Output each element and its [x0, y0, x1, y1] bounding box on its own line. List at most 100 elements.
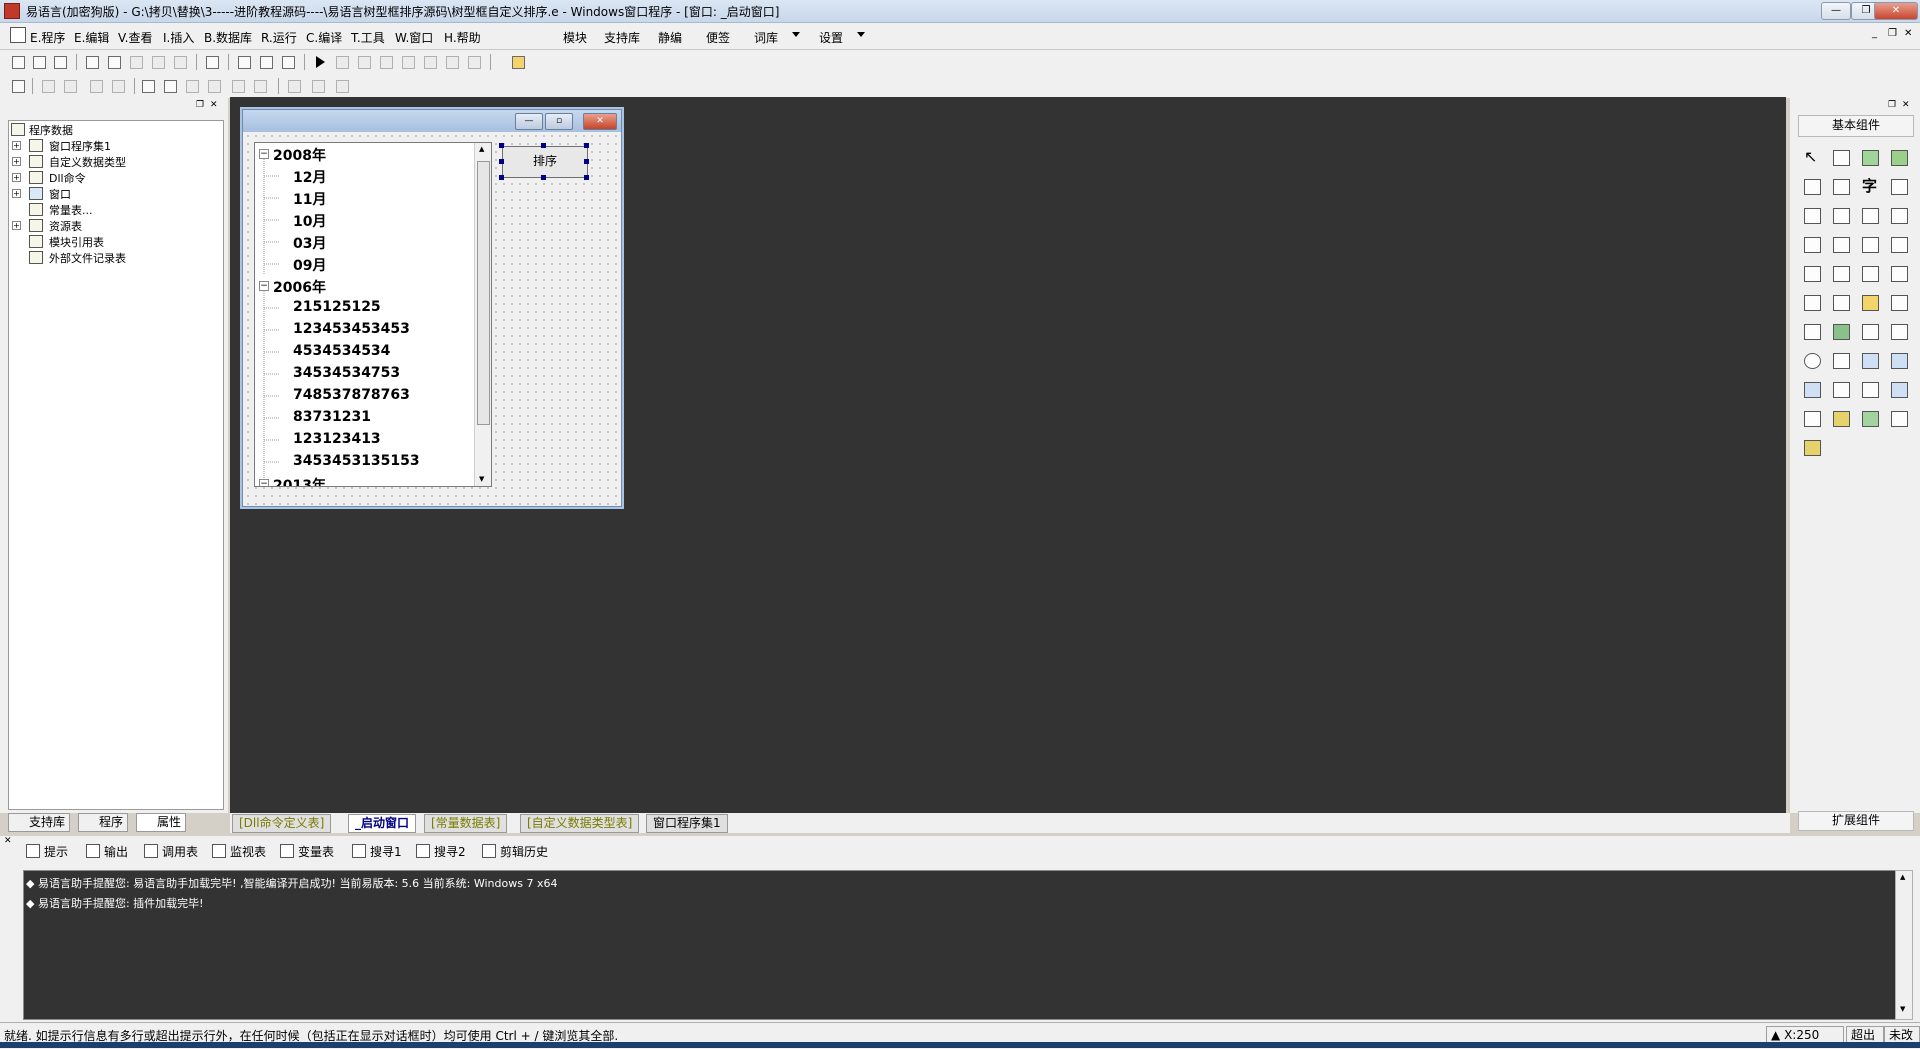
tree-item-group[interactable]: − 2006年 [255, 275, 465, 297]
combo-box-icon[interactable] [1859, 205, 1881, 227]
lexicon-dropdown-icon[interactable] [792, 32, 800, 37]
toggle-breakpoint-icon[interactable] [444, 54, 460, 70]
chart-component-icon[interactable] [1859, 408, 1881, 430]
drawing-board-icon[interactable] [1801, 176, 1823, 198]
tab-variables[interactable]: 变量表 [280, 843, 334, 861]
close-button[interactable]: ✕ [1874, 2, 1918, 20]
distribute-horizontal-icon[interactable] [230, 78, 246, 94]
run-to-cursor-icon[interactable] [422, 54, 438, 70]
step-over-icon[interactable] [356, 54, 372, 70]
startup-window-form[interactable]: — ▫ ✕ − 2008年 12月 11月 10月 03月 09月 − 2006… [242, 109, 622, 507]
tree-node-windows[interactable]: + 窗口 [9, 185, 209, 201]
database-provider-icon[interactable] [1830, 408, 1852, 430]
center-horizontal-icon[interactable] [140, 78, 156, 94]
new-file-icon[interactable] [10, 54, 26, 70]
select-list-icon[interactable] [1801, 234, 1823, 256]
scrollbar-thumb[interactable] [477, 161, 490, 425]
menu-notes[interactable]: 便签 [706, 29, 730, 46]
data-source-icon[interactable] [1888, 379, 1910, 401]
tab-output[interactable]: 输出 [86, 843, 128, 861]
menu-tools[interactable]: T.工具 [351, 29, 385, 46]
tree-item[interactable]: 12月 [255, 165, 465, 187]
odbc-database-icon[interactable] [1888, 408, 1910, 430]
panel-restore-icon[interactable]: ❐ [1888, 100, 1896, 110]
scroll-down-icon[interactable]: ▼ [1900, 1005, 1905, 1013]
menu-static-compile[interactable]: 静编 [658, 29, 682, 46]
same-height-icon[interactable] [310, 78, 326, 94]
tree-node-custom-types[interactable]: + 自定义数据类型 [9, 153, 209, 169]
tree-node-dll-commands[interactable]: + Dll命令 [9, 169, 209, 185]
tree-item[interactable]: 123453453453 [255, 319, 465, 341]
basic-components-title[interactable]: 基本组件 [1798, 115, 1914, 137]
provider-icon[interactable] [1801, 408, 1823, 430]
tree-item[interactable]: 10月 [255, 209, 465, 231]
table-icon[interactable] [1859, 379, 1881, 401]
dir-box-icon[interactable] [1859, 292, 1881, 314]
tab-search2[interactable]: 搜寻2 [416, 843, 466, 861]
selection-handle[interactable] [499, 175, 504, 180]
tab-support-lib[interactable]: 支持库 [8, 813, 71, 832]
panel-close-icon[interactable]: ✕ [210, 100, 218, 110]
tree-item-group[interactable]: − 2008年 [255, 143, 465, 165]
picture-box-icon[interactable] [1859, 147, 1881, 169]
tree-item[interactable]: 4534534534 [255, 341, 465, 363]
mdi-close-icon[interactable]: ✕ [1904, 28, 1912, 39]
hyperlink-icon[interactable] [1830, 321, 1852, 343]
selection-handle[interactable] [541, 143, 546, 148]
edit-box-icon[interactable] [1888, 176, 1910, 198]
tree-item[interactable]: 83731231 [255, 407, 465, 429]
tab-constants[interactable]: [常量数据表] [424, 814, 508, 833]
space-horizontal-icon[interactable] [184, 78, 200, 94]
scroll-down-icon[interactable]: ▼ [479, 475, 484, 483]
text-label-icon[interactable]: 字 [1859, 176, 1881, 198]
tab-startup-window[interactable]: _启动窗口 [348, 814, 417, 833]
tree-item[interactable]: 123123413 [255, 429, 465, 451]
cut-icon[interactable] [84, 54, 100, 70]
tab-window-set[interactable]: 窗口程序集1 [646, 814, 728, 833]
image-list-icon[interactable] [1888, 263, 1910, 285]
panel-restore-icon[interactable]: ❐ [196, 100, 204, 110]
distribute-vertical-icon[interactable] [252, 78, 268, 94]
menu-database[interactable]: B.数据库 [204, 29, 252, 46]
menu-run[interactable]: R.运行 [261, 29, 297, 46]
common-dialog-icon[interactable] [1888, 321, 1910, 343]
expand-icon[interactable]: + [12, 157, 21, 166]
menu-window[interactable]: W.窗口 [395, 29, 433, 46]
hand-icon[interactable] [466, 54, 482, 70]
menu-insert[interactable]: I.插入 [163, 29, 194, 46]
align-top-icon[interactable] [88, 78, 104, 94]
expand-icon[interactable]: + [12, 221, 21, 230]
space-vertical-icon[interactable] [206, 78, 222, 94]
file-box-icon[interactable] [1888, 292, 1910, 314]
tree-scrollbar[interactable]: ▲ ▼ [474, 143, 491, 486]
expand-icon[interactable]: + [12, 141, 21, 150]
expand-icon[interactable]: + [12, 189, 21, 198]
tab-properties[interactable]: 属性 [136, 813, 187, 832]
output-close-icon[interactable]: ✕ [4, 836, 12, 846]
run-icon[interactable] [312, 54, 328, 70]
serial-port-icon[interactable] [1830, 379, 1852, 401]
center-vertical-icon[interactable] [162, 78, 178, 94]
vertical-scrollbar-icon[interactable] [1859, 234, 1881, 256]
checkbox-component-icon[interactable] [1801, 205, 1823, 227]
tree-item[interactable]: 3453453135153 [255, 451, 465, 473]
menu-compile[interactable]: C.编译 [306, 29, 342, 46]
tab-search1[interactable]: 搜寻1 [352, 843, 402, 861]
scroll-up-icon[interactable]: ▲ [479, 145, 484, 153]
grid-icon[interactable] [10, 78, 26, 94]
tree-item[interactable]: 748537878763 [255, 385, 465, 407]
data-report-icon[interactable] [1859, 350, 1881, 372]
output-text-area[interactable]: ◆ 易语言助手提醒您: 易语言助手加载完毕! ,智能编译开启成功! 当前易版本:… [23, 870, 1897, 1020]
step-into-icon[interactable] [378, 54, 394, 70]
timer-icon[interactable] [1801, 350, 1823, 372]
panel-close-icon[interactable]: ✕ [1902, 100, 1910, 110]
tree-node-module-refs[interactable]: 模块引用表 [9, 233, 209, 249]
same-width-icon[interactable] [286, 78, 302, 94]
collapse-icon[interactable]: − [259, 149, 269, 159]
tree-item[interactable]: 215125125 [255, 297, 465, 319]
selection-handle[interactable] [584, 159, 589, 164]
same-size-icon[interactable] [334, 78, 350, 94]
radio-component-icon[interactable] [1830, 205, 1852, 227]
layout-window-icon[interactable] [236, 54, 252, 70]
menu-edit[interactable]: E.编辑 [74, 29, 109, 46]
